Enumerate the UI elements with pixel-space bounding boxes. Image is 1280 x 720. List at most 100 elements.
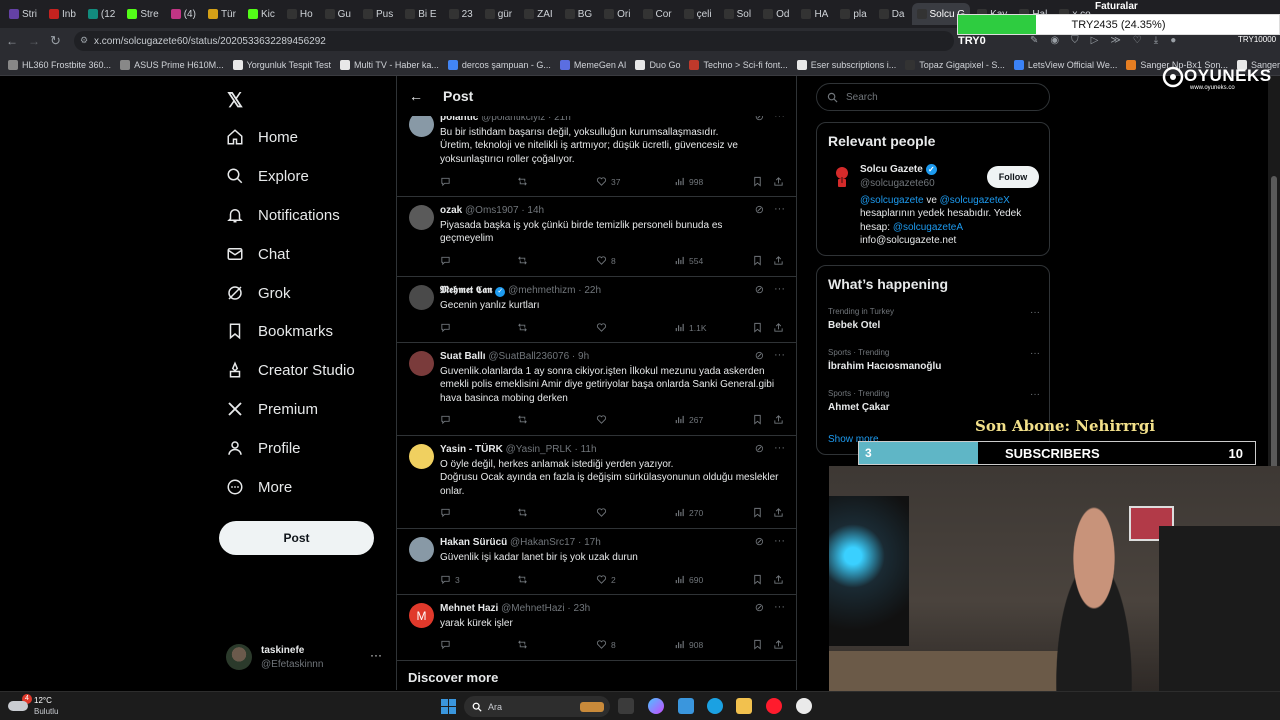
author-name[interactable]: Suat Ballı (440, 351, 486, 362)
views-button[interactable]: 908 (674, 639, 703, 650)
camera-icon[interactable]: ◉ (1050, 35, 1059, 46)
reply-post[interactable]: ozak @Oms1907 · 14h ⊘ ··· Piyasada başka iş… (397, 197, 796, 277)
browser-tab[interactable]: pla (835, 3, 871, 25)
download-icon[interactable]: ⤓ (1154, 35, 1158, 46)
start-icon[interactable] (441, 699, 456, 714)
post-time[interactable]: · 22h (578, 285, 601, 296)
repost-button[interactable] (517, 176, 532, 187)
avatar[interactable]: M (409, 603, 434, 628)
reply-button[interactable] (440, 507, 455, 518)
bookmark-item[interactable]: dercos şampuan - G... (447, 59, 551, 70)
bookmark-button[interactable] (752, 322, 763, 333)
browser-tab[interactable]: Stre (122, 3, 163, 25)
author-handle[interactable]: @Yasin_PRLK (506, 444, 572, 455)
browser-tab[interactable]: Sol (719, 3, 756, 25)
browser-tab[interactable]: Da (874, 3, 910, 25)
app-icon[interactable] (796, 698, 812, 714)
author-name[interactable]: 𝕸𝖊𝖍𝖒𝖊𝖙 𝕮𝖆𝖓 (440, 285, 492, 296)
browser-tab[interactable]: Inb (44, 3, 81, 25)
copilot-icon[interactable] (648, 698, 664, 714)
avatar[interactable] (409, 351, 434, 376)
weather-widget[interactable]: 4 12°C Bulutlu (8, 694, 78, 717)
edge-icon[interactable] (707, 698, 723, 714)
like-button[interactable]: 2 (596, 574, 616, 585)
repost-button[interactable] (517, 574, 532, 585)
author-handle[interactable]: @Oms1907 (465, 205, 519, 216)
grok-icon[interactable]: ⊘ (755, 442, 764, 455)
bookmark-button[interactable] (752, 176, 763, 187)
views-button[interactable]: 1.1K (674, 322, 707, 333)
bookmark-button[interactable] (752, 507, 763, 518)
browser-tab[interactable]: Pus (358, 3, 398, 25)
like-button[interactable] (596, 322, 611, 333)
sidebar-item-grok[interactable]: Grok (226, 278, 291, 308)
sidebar-item-home[interactable]: Home (226, 122, 298, 152)
reply-button[interactable] (440, 414, 455, 425)
avatar[interactable] (409, 205, 434, 230)
browser-tab[interactable]: ZAI (519, 3, 558, 25)
repost-button[interactable] (517, 507, 532, 518)
files-icon[interactable] (736, 698, 752, 714)
post-time[interactable]: · 14h (521, 205, 544, 216)
search-input[interactable]: Search (816, 83, 1050, 111)
browser-tab[interactable]: Bi E (400, 3, 441, 25)
reply-post[interactable]: Hakan Sürücü @HakanSrc17 · 17h ⊘ ··· Güvenl… (397, 529, 796, 595)
repost-button[interactable] (517, 322, 532, 333)
shield-icon[interactable]: ⛉ (1071, 35, 1079, 46)
author-name[interactable]: Mehnet Hazi (440, 603, 498, 614)
sidebar-item-premium[interactable]: Premium (226, 394, 318, 424)
post-button[interactable]: Post (219, 521, 374, 555)
bookmark-button[interactable] (752, 255, 763, 266)
sidebar-item-more[interactable]: More (226, 472, 292, 502)
views-button[interactable]: 270 (674, 507, 703, 518)
browser-tab[interactable]: Cor (638, 3, 677, 25)
author-handle[interactable]: @MehnetHazi (501, 603, 565, 614)
store-icon[interactable] (678, 698, 694, 714)
share-button[interactable] (773, 507, 784, 518)
bookmark-button[interactable] (752, 574, 763, 585)
more-dots-icon[interactable]: ··· (1030, 307, 1040, 318)
browser-tab[interactable]: Ori (599, 3, 635, 25)
views-button[interactable]: 267 (674, 414, 703, 425)
play-icon[interactable]: ▷ (1091, 35, 1099, 46)
author-name[interactable]: Hakan Sürücü (440, 537, 507, 548)
reply-post[interactable]: M Mehnet Hazi @MehnetHazi · 23h ⊘ ··· yarak … (397, 595, 796, 661)
back-icon[interactable]: ← (6, 34, 18, 48)
more-dots-icon[interactable]: ··· (774, 349, 785, 362)
reply-post[interactable]: polantic @polantikciyiz · 21h ⊘ ··· Bu bir … (397, 104, 796, 197)
more-dots-icon[interactable]: ··· (774, 601, 785, 614)
bookmark-item[interactable]: Duo Go (635, 59, 680, 70)
speed-icon[interactable]: ≫ (1110, 35, 1120, 46)
grok-icon[interactable]: ⊘ (755, 203, 764, 216)
author-name[interactable]: ozak (440, 205, 462, 216)
avatar[interactable] (409, 537, 434, 562)
grok-icon[interactable]: ⊘ (755, 283, 764, 296)
heart-icon[interactable]: ♡ (1133, 35, 1142, 46)
reply-button[interactable] (440, 176, 455, 187)
share-button[interactable] (773, 322, 784, 333)
post-time[interactable]: · 23h (567, 603, 590, 614)
share-button[interactable] (773, 414, 784, 425)
sidebar-item-notifications[interactable]: Notifications (226, 200, 340, 230)
browser-tab[interactable]: HA (796, 3, 833, 25)
reply-button[interactable] (440, 639, 455, 650)
repost-button[interactable] (517, 414, 532, 425)
task-view-icon[interactable] (618, 698, 634, 714)
browser-tab[interactable]: gür (480, 3, 517, 25)
browser-tab[interactable]: (12 (83, 3, 120, 25)
more-dots-icon[interactable]: ··· (1030, 348, 1040, 359)
like-button[interactable] (596, 507, 611, 518)
browser-tab[interactable]: Gu (320, 3, 356, 25)
extension-icon[interactable]: ✎ (1030, 35, 1038, 46)
author-handle[interactable]: @mehmethizm (508, 285, 575, 296)
reply-button[interactable] (440, 322, 455, 333)
grok-icon[interactable]: ⊘ (755, 535, 764, 548)
share-button[interactable] (773, 639, 784, 650)
scrollbar-thumb[interactable] (1271, 176, 1277, 476)
like-button[interactable] (596, 414, 611, 425)
author-handle[interactable]: @HakanSrc17 (510, 537, 575, 548)
grok-icon[interactable]: ⊘ (755, 601, 764, 614)
bookmark-item[interactable]: LetsView Official We... (1013, 59, 1117, 70)
more-dots-icon[interactable]: ··· (774, 442, 785, 455)
reply-button[interactable]: 3 (440, 574, 460, 585)
